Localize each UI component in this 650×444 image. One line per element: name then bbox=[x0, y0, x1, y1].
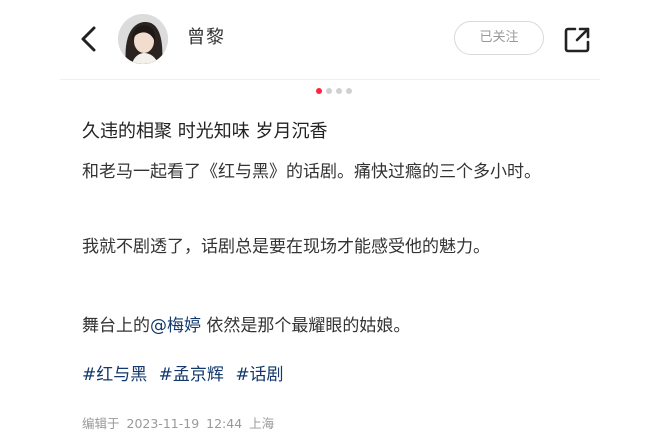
paragraph-3-suffix: 依然是那个最耀眼的姑娘。 bbox=[201, 316, 411, 336]
share-icon bbox=[564, 27, 590, 53]
post-title: 久违的相聚 时光知味 岁月沉香 bbox=[82, 121, 328, 142]
chevron-left-icon bbox=[81, 26, 96, 52]
post-header: 曾黎 已关注 bbox=[0, 0, 650, 80]
paragraph-3-prefix: 舞台上的 bbox=[82, 316, 150, 336]
pager-dot[interactable] bbox=[346, 88, 352, 94]
hashtag-list: #红与黑 #孟京辉 #话剧 bbox=[82, 361, 290, 389]
post-paragraph-3: 舞台上的@梅婷 依然是那个最耀眼的姑娘。 bbox=[82, 311, 582, 341]
edited-label: 编辑于 bbox=[82, 416, 120, 431]
post-paragraph-2: 我就不剧透了，话剧总是要在现场才能感受他的魅力。 bbox=[82, 237, 490, 257]
hashtag-link[interactable]: #孟京辉 bbox=[159, 365, 224, 385]
hashtag-link[interactable]: #话剧 bbox=[235, 365, 283, 385]
pager-dot-active[interactable] bbox=[316, 88, 322, 94]
mention-link[interactable]: @梅婷 bbox=[150, 316, 201, 336]
avatar-image bbox=[118, 14, 168, 64]
hashtag-link[interactable]: #红与黑 bbox=[82, 365, 147, 385]
post-date: 2023-11-19 bbox=[126, 416, 200, 431]
post-time: 12:44 bbox=[206, 416, 243, 431]
follow-button[interactable]: 已关注 bbox=[454, 21, 544, 55]
header-divider bbox=[60, 79, 600, 80]
pager-dot[interactable] bbox=[336, 88, 342, 94]
post-paragraph-1: 和老马一起看了《红与黑》的话剧。痛快过瘾的三个多小时。 bbox=[82, 162, 541, 182]
avatar[interactable] bbox=[118, 14, 168, 64]
pager-dot[interactable] bbox=[326, 88, 332, 94]
post-location: 上海 bbox=[249, 416, 275, 431]
post-meta: 编辑于 2023-11-19 12:44 上海 bbox=[82, 414, 277, 434]
author-name[interactable]: 曾黎 bbox=[187, 25, 225, 51]
back-button[interactable] bbox=[74, 22, 106, 56]
share-button[interactable] bbox=[561, 24, 593, 56]
